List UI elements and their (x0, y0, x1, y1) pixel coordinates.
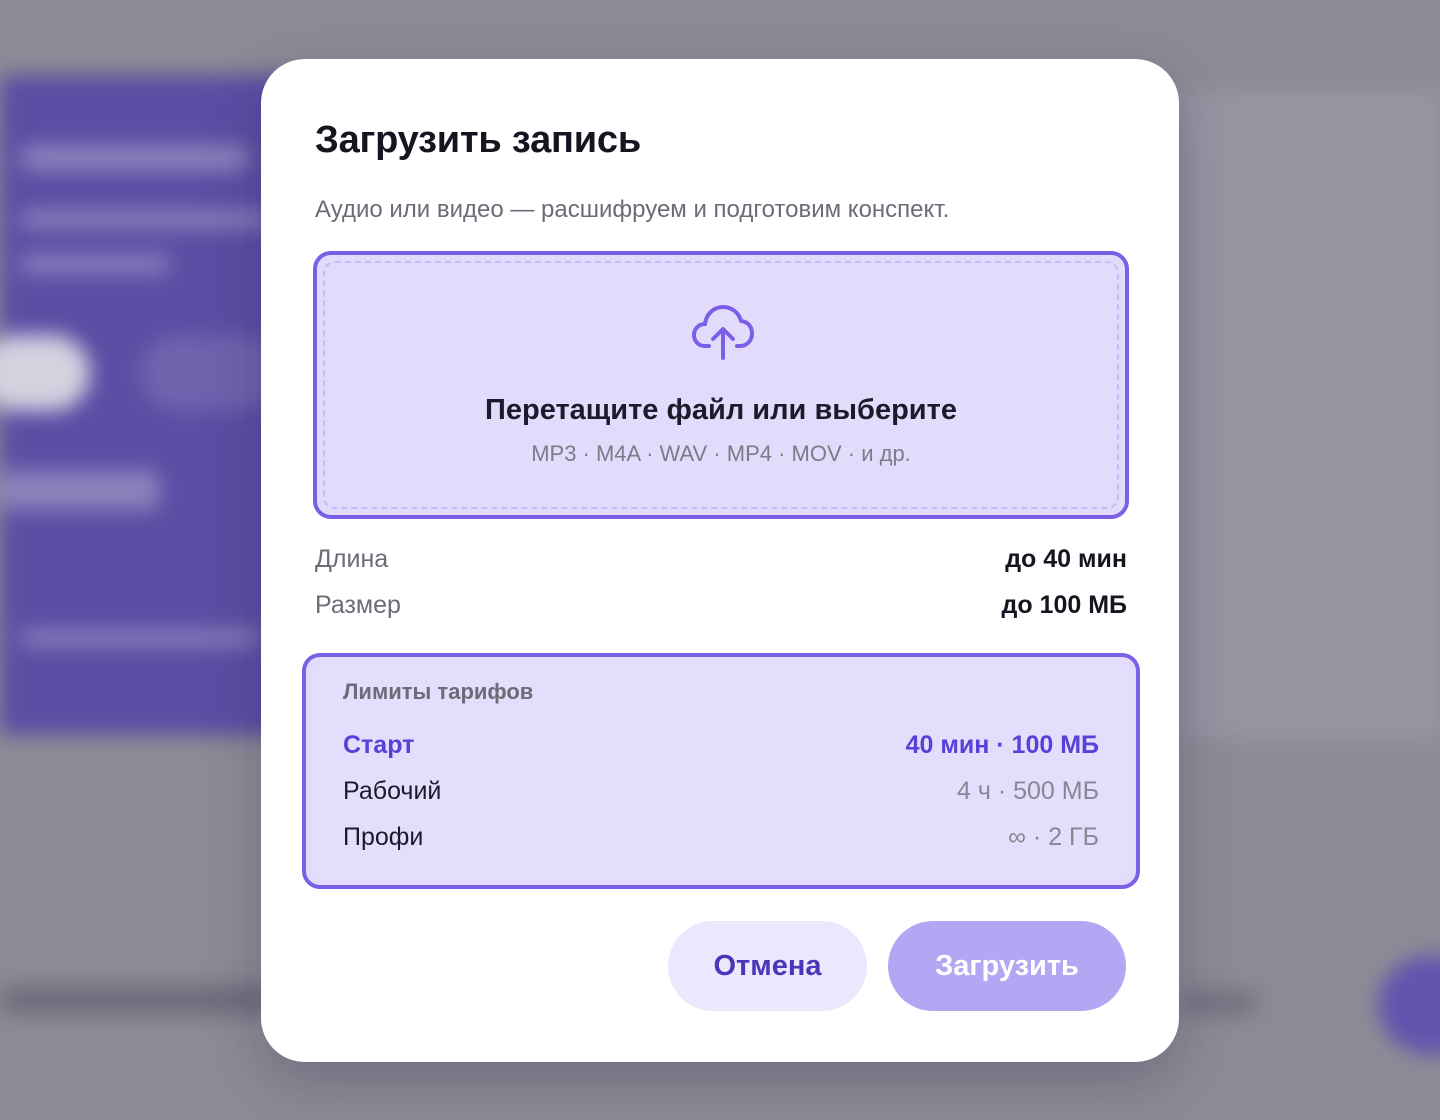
plan-row-pro: Профи ∞ · 2 ГБ (343, 823, 1099, 855)
upload-recording-dialog: Загрузить запись Аудио или видео — расши… (261, 59, 1179, 1062)
plan-limit-value: 40 мин · 100 МБ (905, 731, 1099, 759)
spec-value: до 100 МБ (1001, 591, 1127, 619)
plan-limit-value: ∞ · 2 ГБ (1008, 823, 1099, 851)
upload-button[interactable]: Загрузить (888, 921, 1126, 1011)
plan-name: Старт (343, 731, 415, 759)
plan-row-start: Старт 40 мин · 100 МБ (343, 731, 1099, 763)
spec-value: до 40 мин (1005, 545, 1127, 573)
dropzone-formats: MP3 · M4A · WAV · MP4 · MOV · и др. (531, 441, 911, 466)
dropzone-dashed-border (323, 261, 1119, 509)
spec-row-length: Длина до 40 мин (315, 545, 1127, 579)
cancel-button[interactable]: Отмена (668, 921, 867, 1011)
plan-limit-value: 4 ч · 500 МБ (957, 777, 1099, 805)
plan-name: Рабочий (343, 777, 442, 805)
plan-row-work: Рабочий 4 ч · 500 МБ (343, 777, 1099, 809)
file-dropzone[interactable]: Перетащите файл или выберите MP3 · M4A ·… (313, 251, 1129, 519)
plan-limits-title: Лимиты тарифов (343, 679, 534, 704)
dropzone-title: Перетащите файл или выберите (485, 394, 957, 426)
spec-label: Длина (315, 545, 389, 573)
dialog-title: Загрузить запись (315, 119, 642, 161)
cloud-upload-icon (692, 305, 754, 360)
dialog-subtitle: Аудио или видео — расшифруем и подготови… (315, 196, 950, 223)
plan-limits-panel: Лимиты тарифов Старт 40 мин · 100 МБ Раб… (302, 653, 1140, 889)
plan-name: Профи (343, 823, 424, 851)
spec-row-size: Размер до 100 МБ (315, 591, 1127, 625)
spec-label: Размер (315, 591, 401, 619)
